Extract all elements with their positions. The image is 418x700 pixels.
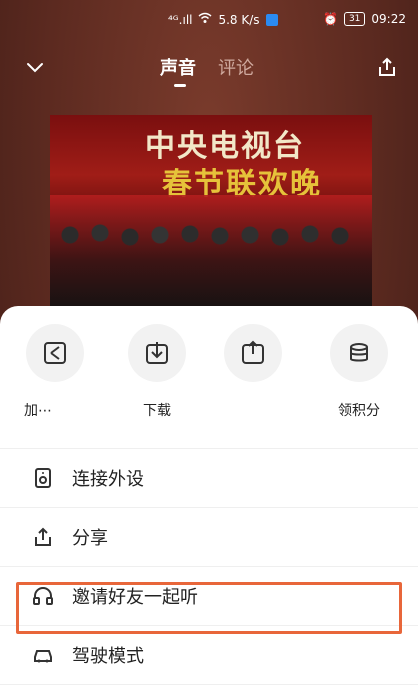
action-share-alt[interactable] [208, 324, 298, 400]
signal-text: ⁴ᴳ.ıll [168, 12, 193, 27]
tabs: 声音 评论 [160, 54, 254, 80]
action-row: 加⋯ 下载 领积分 [0, 324, 418, 434]
clock: 09:22 [371, 12, 406, 26]
highlight-box [16, 582, 402, 634]
share-icon[interactable] [376, 56, 398, 78]
menu-label: 分享 [72, 528, 108, 549]
action-points[interactable]: 领积分 [314, 324, 404, 420]
tab-comments[interactable]: 评论 [218, 54, 254, 80]
wifi-icon [198, 12, 212, 27]
action-add[interactable]: 加⋯ [10, 324, 100, 420]
performers-image [50, 195, 372, 315]
car-icon [32, 644, 54, 666]
chevron-down-icon[interactable] [26, 58, 44, 76]
action-add-label: 加⋯ [24, 403, 52, 419]
top-bar: 声音 评论 [0, 44, 418, 94]
battery-level: 31 [348, 14, 361, 24]
menu-list: 连接外设 分享 邀请好友一起听 驾驶模式 [0, 434, 418, 685]
menu-item-share[interactable]: 分享 [0, 508, 418, 567]
tab-sound[interactable]: 声音 [160, 54, 196, 80]
action-download[interactable]: 下载 [112, 324, 202, 420]
download-icon [128, 324, 186, 382]
add-icon [26, 324, 84, 382]
album-cover: 中央电视台 春节联欢晚 [50, 115, 372, 315]
menu-item-connect-device[interactable]: 连接外设 [0, 449, 418, 508]
menu-item-partial [0, 434, 418, 449]
active-tab-indicator [174, 84, 186, 87]
status-bar: ⁴ᴳ.ıll 5.8 K/s ⏰ 31 09:22 [0, 0, 418, 44]
network-speed: 5.8 K/s [218, 12, 260, 27]
action-download-label: 下载 [143, 403, 171, 419]
status-right: ⏰ 31 09:22 [323, 12, 406, 26]
action-points-label: 领积分 [338, 403, 380, 419]
battery-icon: 31 [343, 12, 366, 26]
speaker-icon [32, 467, 54, 489]
bottom-sheet: 加⋯ 下载 领积分 连接外设 分享 邀请好友一起听 驾驶模式 [0, 306, 418, 700]
menu-label: 驾驶模式 [72, 646, 144, 667]
app-indicator-icon [265, 13, 278, 26]
alarm-icon: ⏰ [323, 12, 338, 26]
status-center: ⁴ᴳ.ıll 5.8 K/s [168, 12, 278, 27]
menu-label: 连接外设 [72, 469, 144, 490]
share-icon [32, 526, 54, 548]
share-alt-icon [224, 324, 282, 382]
coins-icon [330, 324, 388, 382]
menu-item-driving-mode[interactable]: 驾驶模式 [0, 626, 418, 685]
